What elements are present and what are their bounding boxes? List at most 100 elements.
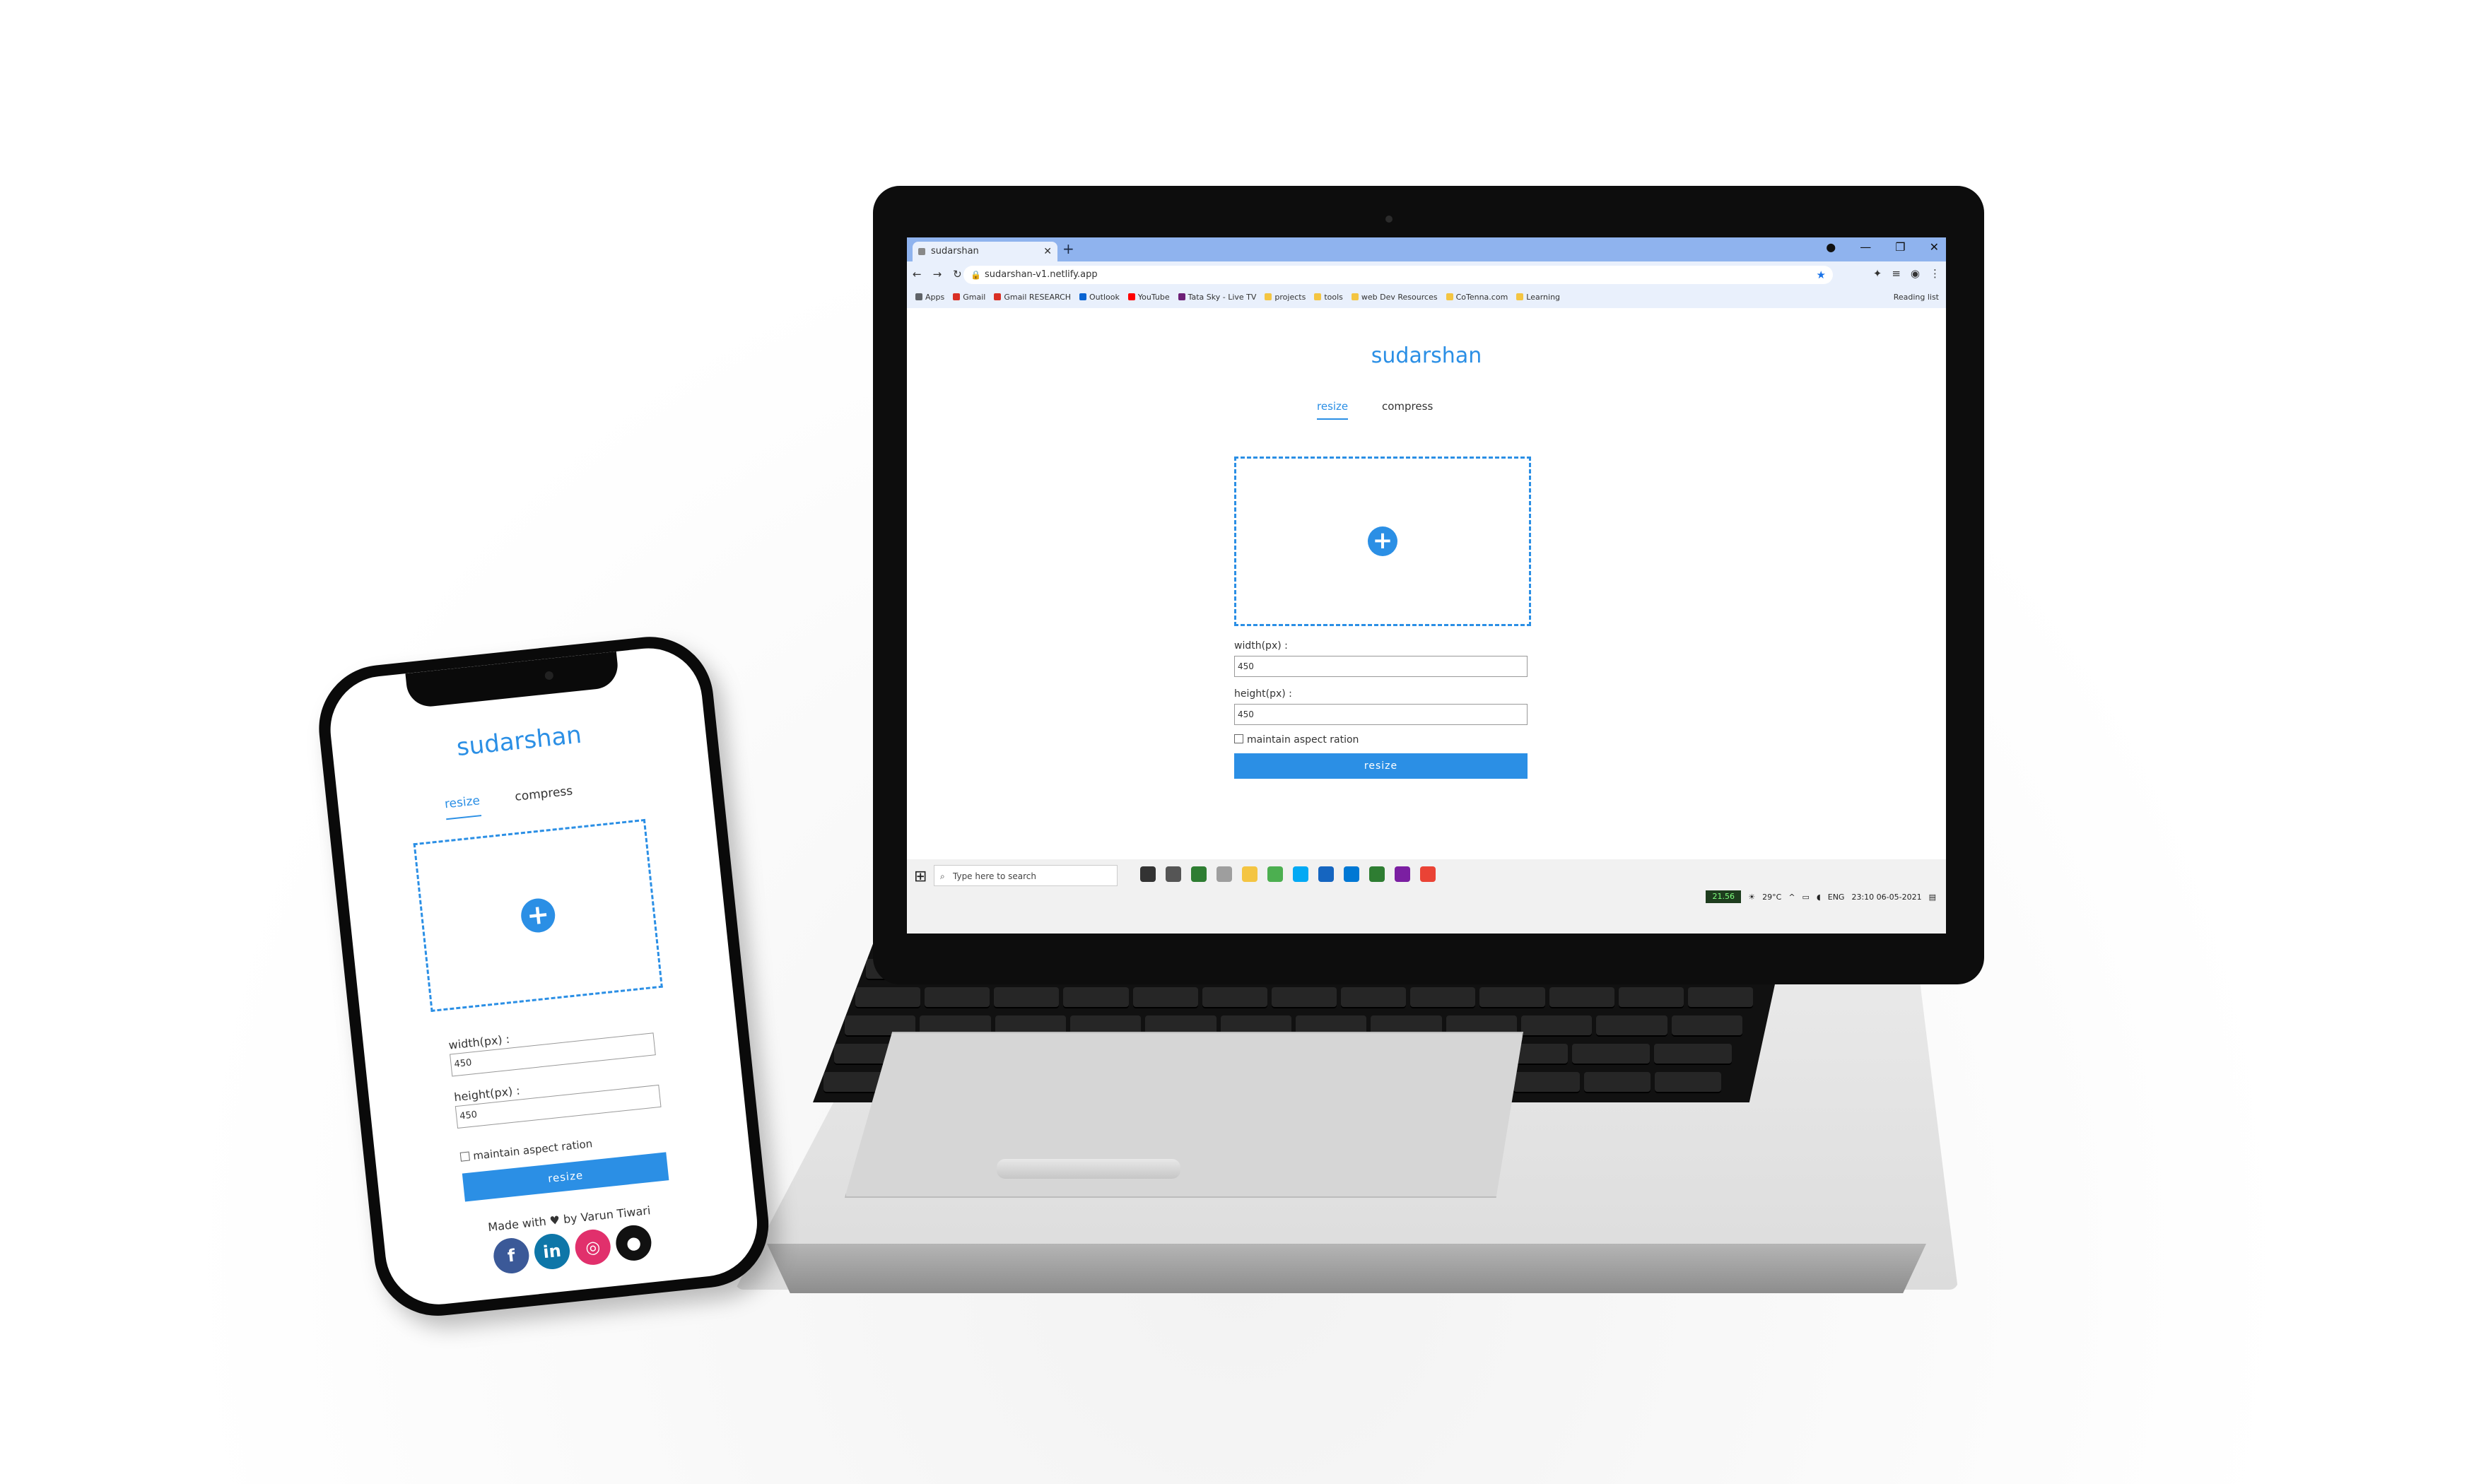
bookmark-star-icon[interactable]: ★ [1817, 266, 1826, 284]
bookmark-item[interactable]: Gmail [953, 293, 985, 302]
aspect-ratio-checkbox[interactable]: maintain aspect ration [1234, 734, 1359, 746]
keyboard-key [855, 987, 921, 1008]
bookmark-item[interactable]: tools [1314, 293, 1343, 302]
keyboard-key [1654, 1044, 1732, 1065]
bookmark-item[interactable]: Apps [915, 293, 944, 302]
site-brand-mobile[interactable]: sudarshan [332, 707, 706, 775]
store-icon[interactable] [1267, 866, 1283, 882]
bookmark-icon [1516, 293, 1524, 300]
taskbar-search[interactable]: ⌕ Type here to search [934, 865, 1118, 886]
cortana-icon[interactable] [1140, 866, 1156, 882]
bookmark-item[interactable]: CoTenna.com [1446, 293, 1508, 302]
keyboard-key [1520, 1015, 1593, 1037]
browser-tab[interactable]: sudarshan ✕ [913, 242, 1057, 261]
new-tab-button[interactable]: + [1062, 240, 1074, 257]
site-brand[interactable]: sudarshan [907, 343, 1946, 368]
tab-resize[interactable]: resize [1317, 400, 1349, 420]
queue-icon[interactable]: ≡ [1892, 267, 1901, 280]
avatar-icon[interactable]: ◉ [1911, 267, 1920, 280]
menu-kebab-icon[interactable]: ⋮ [1930, 267, 1940, 280]
keyboard-key [1584, 1072, 1651, 1093]
reload-icon[interactable]: ↻ [953, 268, 962, 281]
upload-dropzone-mobile[interactable]: + [413, 818, 663, 1013]
browser-tabbar: sudarshan ✕ + ● — ❐ ✕ [907, 237, 1946, 261]
bookmark-icon [1178, 293, 1185, 300]
keyboard-key [1671, 1015, 1742, 1037]
windows-start-icon[interactable]: ⊞ [914, 868, 927, 885]
vscode-icon[interactable] [1344, 866, 1359, 882]
chrome-icon[interactable] [1420, 866, 1436, 882]
footer-by: by Varun Tiwari [563, 1203, 652, 1227]
reading-list-button[interactable]: Reading list [1894, 293, 1939, 302]
maximize-icon[interactable]: ❐ [1895, 240, 1905, 254]
github-icon[interactable]: ● [614, 1223, 653, 1263]
temperature[interactable]: 29°C [1762, 893, 1781, 902]
bookmark-icon [1446, 293, 1453, 300]
instagram-icon[interactable]: ◎ [573, 1227, 613, 1267]
app-green-icon[interactable] [1191, 866, 1207, 882]
keyboard-key [994, 987, 1060, 1008]
bookmark-label: Outlook [1089, 293, 1120, 302]
checkbox-box[interactable] [459, 1151, 470, 1162]
browser-toolbar: ← → ↻ 🔒 sudarshan-v1.netlify.app ★ ✦ ≡ ◉… [907, 261, 1946, 288]
notification-icon[interactable]: ▤ [1929, 893, 1936, 902]
translator-icon[interactable] [1318, 866, 1334, 882]
visual-studio-icon[interactable] [1395, 866, 1410, 882]
height-input[interactable]: 450 [1234, 704, 1528, 725]
minimize-icon[interactable]: — [1860, 240, 1871, 254]
plus-circle-icon[interactable]: + [1368, 526, 1397, 556]
volume-icon[interactable]: ◖ [1817, 893, 1821, 902]
battery-icon[interactable]: ▭ [1802, 893, 1810, 902]
taskbar-search-placeholder: Type here to search [953, 871, 1036, 881]
tab-resize-mobile[interactable]: resize [444, 794, 482, 820]
forward-icon[interactable]: → [933, 268, 942, 281]
tab-compress[interactable]: compress [1382, 400, 1433, 413]
weather-icon[interactable]: ☀ [1748, 893, 1755, 902]
bookmark-item[interactable]: Gmail RESEARCH [994, 293, 1071, 302]
plus-circle-icon[interactable]: + [519, 897, 557, 934]
keyboard-key [1596, 1015, 1667, 1037]
bookmark-icon [1314, 293, 1322, 300]
facebook-icon[interactable]: f [491, 1236, 531, 1276]
file-explorer-icon[interactable] [1242, 866, 1257, 882]
tray-up-icon[interactable]: ^ [1788, 893, 1795, 902]
aspect-ratio-checkbox-mobile[interactable]: maintain aspect ration [459, 1137, 593, 1164]
tray-badge[interactable]: 21.56 [1706, 890, 1742, 903]
tab-compress-mobile[interactable]: compress [514, 784, 573, 803]
bookmark-label: Learning [1526, 293, 1561, 302]
app-blue-icon[interactable] [1293, 866, 1308, 882]
close-window-icon[interactable]: ✕ [1930, 240, 1939, 254]
clock[interactable]: 23:10 06-05-2021 [1851, 893, 1921, 902]
checkbox-box[interactable] [1234, 734, 1243, 743]
back-icon[interactable]: ← [913, 268, 922, 281]
bookmark-item[interactable]: Learning [1516, 293, 1560, 302]
bookmark-item[interactable]: Outlook [1079, 293, 1120, 302]
width-label: width(px) : [1234, 640, 1288, 652]
address-bar[interactable]: 🔒 sudarshan-v1.netlify.app ★ [963, 266, 1833, 284]
width-input[interactable]: 450 [1234, 656, 1528, 677]
resize-button[interactable]: resize [1234, 753, 1528, 779]
laptop-screen: sudarshan ✕ + ● — ❐ ✕ ← → ↻ 🔒 sudarshan-… [907, 237, 1946, 934]
bookmarks-bar: Apps Gmail Gmail RESEARCH Outlook YouTube Tat… [907, 288, 1946, 309]
bookmark-item[interactable]: web Dev Resources [1351, 293, 1438, 302]
favicon-icon [918, 248, 925, 255]
extensions-icon[interactable]: ✦ [1873, 267, 1882, 280]
linkedin-icon[interactable]: in [532, 1232, 572, 1271]
bookmark-item[interactable]: YouTube [1127, 293, 1170, 302]
keyboard-key [1513, 1072, 1580, 1093]
close-tab-icon[interactable]: ✕ [1043, 242, 1052, 261]
bookmark-label: web Dev Resources [1361, 293, 1438, 302]
taskbar-apps [1140, 866, 1436, 882]
language[interactable]: ENG [1828, 893, 1845, 902]
bookmark-label: Gmail [963, 293, 986, 302]
upload-dropzone[interactable]: + [1234, 457, 1531, 626]
bookmark-item[interactable]: projects [1265, 293, 1306, 302]
task-view-icon[interactable] [1166, 866, 1181, 882]
bookmark-icon [1127, 293, 1135, 300]
app-grey-icon[interactable] [1217, 866, 1232, 882]
keyboard-key [1549, 987, 1614, 1008]
keyboard-key [1202, 987, 1267, 1008]
bookmark-item[interactable]: Tata Sky - Live TV [1178, 293, 1256, 302]
profile-icon[interactable]: ● [1826, 240, 1836, 254]
whatsapp-icon[interactable] [1369, 866, 1385, 882]
